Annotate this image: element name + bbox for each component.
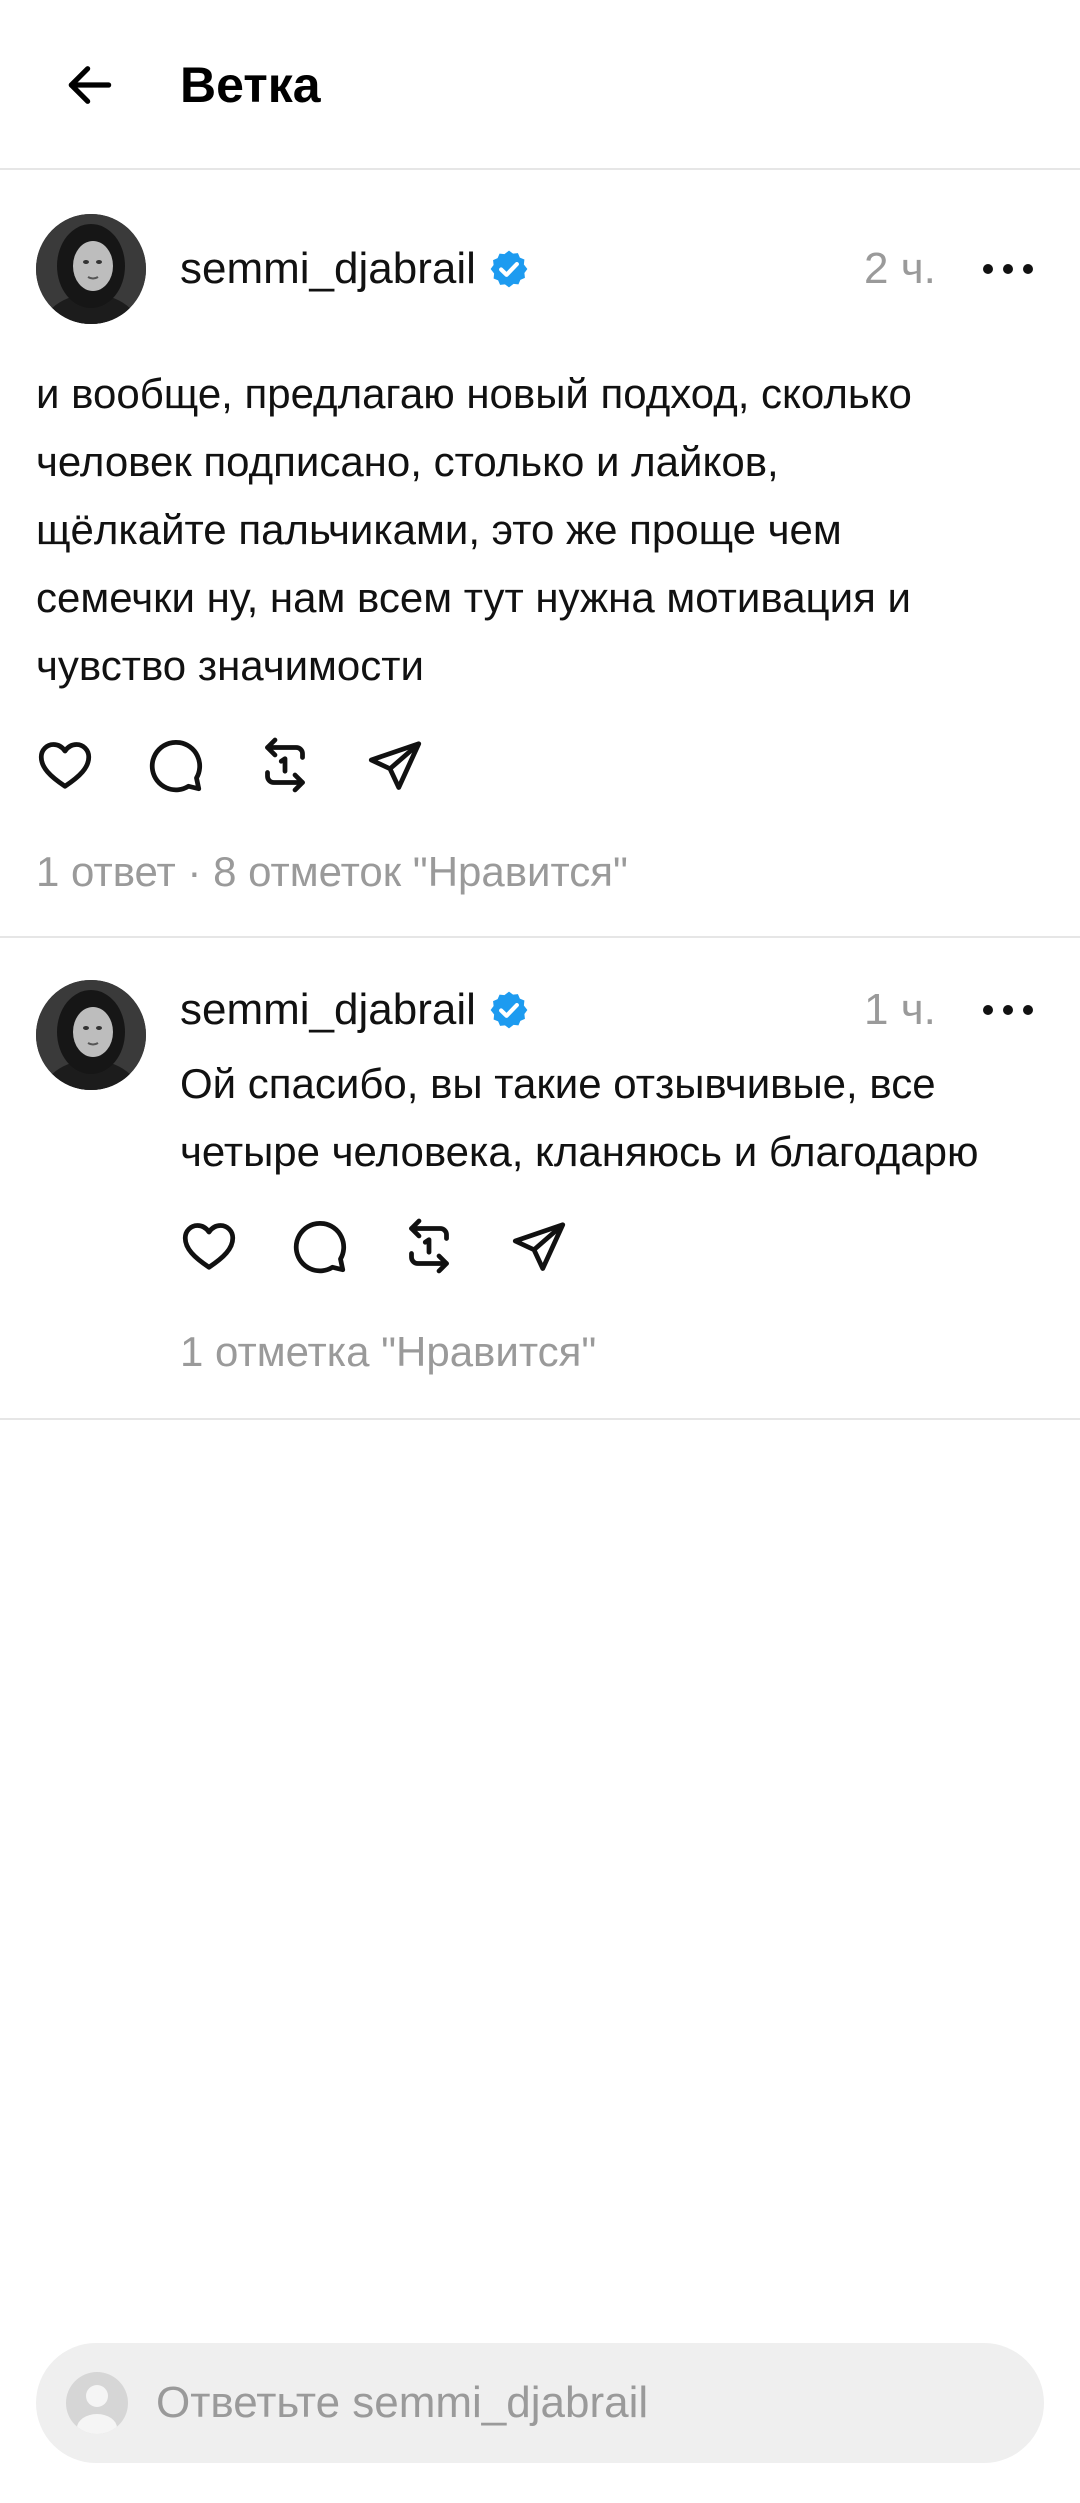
person-silhouette-icon	[77, 2385, 117, 2434]
top-bar: Ветка	[0, 0, 1080, 170]
post-timestamp: 1 ч.	[864, 985, 936, 1034]
author-row: semmi_djabrail	[180, 239, 530, 299]
share-button[interactable]	[508, 1215, 570, 1277]
likes-count-link[interactable]: 8 отметок "Нравится"	[213, 848, 628, 895]
avatar-photo	[36, 980, 146, 1090]
repost-button[interactable]	[398, 1215, 460, 1277]
arrow-left-icon	[68, 66, 112, 104]
post-text: Ой спасибо, вы такие отзывчивые, все чет…	[180, 1060, 979, 1175]
author-username[interactable]: semmi_djabrail	[180, 239, 476, 299]
comment-button[interactable]	[144, 734, 206, 796]
stats-separator: ·	[175, 848, 214, 895]
likes-count-link[interactable]: 1 отметка "Нравится"	[180, 1328, 596, 1375]
verified-badge-icon	[490, 991, 528, 1029]
author-username[interactable]: semmi_djabrail	[180, 980, 476, 1040]
reply-post: semmi_djabrail 1 ч. Ой спасибо, вы такие…	[0, 938, 1080, 1420]
post-stats: 1 ответ · 8 отметок "Нравится"	[36, 842, 628, 902]
page-title: Ветка	[180, 57, 321, 113]
post-text: и вообще, предлагаю новый подход, скольк…	[36, 370, 912, 689]
replies-count-link[interactable]: 1 ответ	[36, 848, 176, 895]
back-button[interactable]	[40, 40, 140, 130]
post-stats: 1 отметка "Нравится"	[180, 1322, 596, 1382]
post-timestamp: 2 ч.	[864, 244, 936, 293]
post-actions	[34, 734, 426, 796]
like-button[interactable]	[178, 1215, 240, 1277]
repost-icon	[265, 737, 305, 793]
user-avatar-icon	[66, 2372, 128, 2434]
send-icon	[512, 1222, 566, 1271]
thread-page: Ветка semmi_djabrail 2 ч. и вообще, пред…	[0, 0, 1080, 2503]
heart-icon	[38, 742, 92, 789]
comment-button[interactable]	[288, 1215, 350, 1277]
main-post: semmi_djabrail 2 ч. и вообще, предлагаю …	[0, 170, 1080, 938]
like-button[interactable]	[34, 734, 96, 796]
share-button[interactable]	[364, 734, 426, 796]
more-horizontal-icon	[983, 264, 1033, 274]
repost-icon	[409, 1218, 449, 1274]
reply-input[interactable]: Ответьте semmi_djabrail	[36, 2343, 1044, 2463]
post-actions	[178, 1215, 570, 1277]
verified-badge-icon	[490, 250, 528, 288]
comment-bubble-icon	[149, 739, 203, 793]
more-options-button[interactable]	[968, 239, 1048, 299]
send-icon	[368, 741, 422, 790]
repost-button[interactable]	[254, 734, 316, 796]
more-horizontal-icon	[983, 1005, 1033, 1015]
heart-icon	[182, 1223, 236, 1270]
comment-bubble-icon	[293, 1220, 347, 1274]
author-row: semmi_djabrail	[180, 980, 530, 1040]
avatar-photo	[36, 214, 146, 324]
avatar[interactable]	[36, 980, 146, 1090]
avatar[interactable]	[36, 214, 146, 324]
more-options-button[interactable]	[968, 980, 1048, 1040]
reply-placeholder: Ответьте semmi_djabrail	[156, 2378, 649, 2427]
